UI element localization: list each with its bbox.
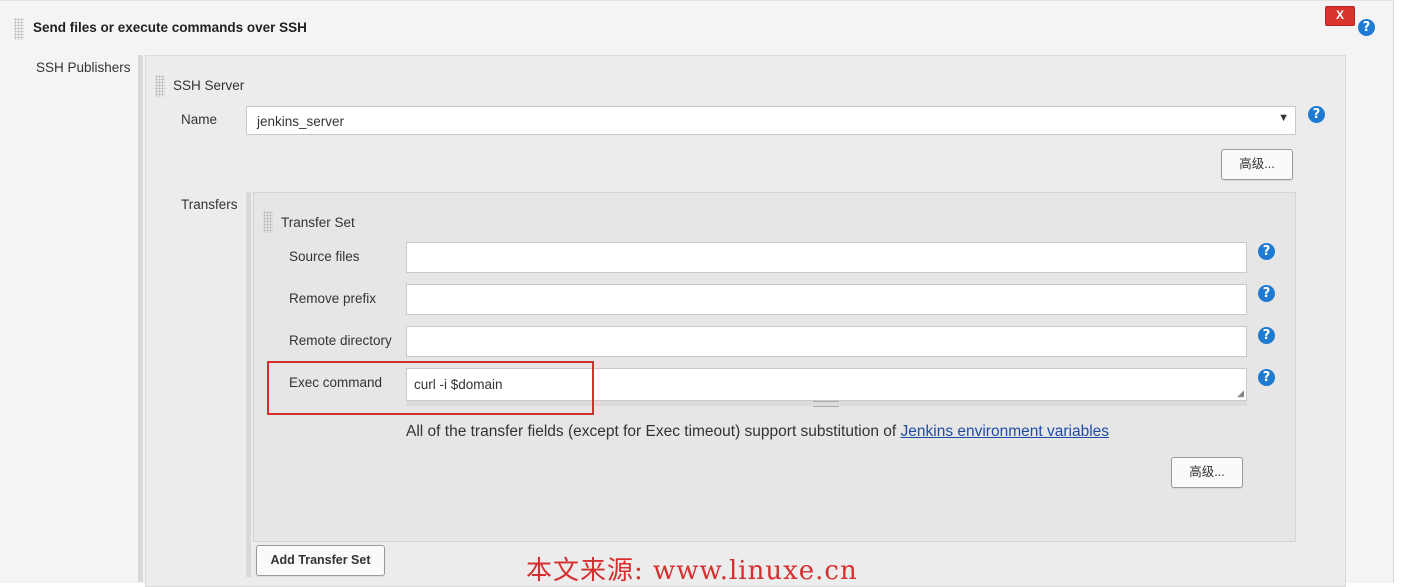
highlight-box [267,361,594,415]
name-select[interactable]: jenkins_server ▼ [246,106,1296,135]
drag-handle-icon[interactable] [263,211,273,233]
env-vars-link[interactable]: Jenkins environment variables [901,423,1110,440]
help-icon[interactable]: ? [1358,19,1375,36]
help-icon[interactable]: ? [1258,369,1275,386]
remove-prefix-label: Remove prefix [289,291,377,306]
watermark: 本文来源: www.linuxe.cn [526,556,858,586]
name-select-value: jenkins_server [257,114,345,129]
help-icon[interactable]: ? [1308,106,1325,123]
repeatable-bar [138,55,143,582]
name-label: Name [181,112,218,127]
expand-handle-icon[interactable] [813,401,839,407]
source-files-input[interactable] [406,242,1247,273]
help-icon[interactable]: ? [1258,243,1275,260]
transfer-set-title: Transfer Set [281,215,355,230]
remote-directory-input[interactable] [406,326,1247,357]
note-text: All of the transfer fields (except for E… [406,423,901,440]
substitution-note: All of the transfer fields (except for E… [406,423,1109,441]
help-icon[interactable]: ? [1258,285,1275,302]
resize-grip-icon[interactable]: ◢ [1237,388,1244,399]
transfers-label: Transfers [181,197,238,212]
source-files-label: Source files [289,249,360,264]
help-icon[interactable]: ? [1258,327,1275,344]
remote-directory-label: Remote directory [289,333,392,348]
dropdown-arrow-icon: ▼ [1278,112,1289,124]
repeatable-bar [246,192,251,577]
close-button[interactable]: X [1325,6,1355,26]
drag-handle-icon[interactable] [14,18,24,40]
add-transfer-set-button[interactable]: Add Transfer Set [256,545,385,576]
drag-handle-icon[interactable] [155,75,165,97]
remove-prefix-input[interactable] [406,284,1247,315]
ssh-publishers-label: SSH Publishers [36,60,131,75]
transfer-advanced-button[interactable]: 高级... [1171,457,1243,488]
server-advanced-button[interactable]: 高级... [1221,149,1293,180]
section-title: Send files or execute commands over SSH [33,20,307,35]
ssh-server-title: SSH Server [173,78,245,93]
